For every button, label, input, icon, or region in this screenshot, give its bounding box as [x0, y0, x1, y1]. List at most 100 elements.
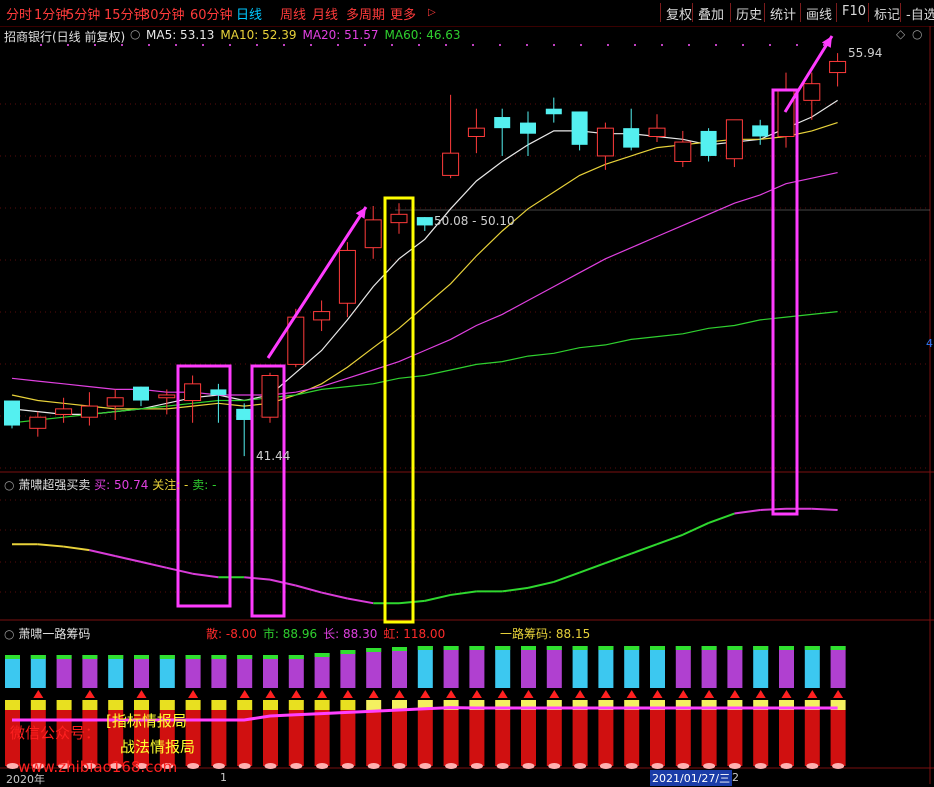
- chip-bar-mid: [56, 700, 72, 710]
- ma-line-ma10: [11, 122, 838, 410]
- chip-bar-mid: [159, 700, 175, 710]
- chip-bar-cap: [521, 646, 536, 650]
- more-arrow-icon[interactable]: ▷: [428, 7, 436, 18]
- period-tab-1[interactable]: 1分钟: [34, 4, 68, 23]
- range-label: 50.08 - 50.10: [434, 214, 515, 228]
- toolbar-button-0[interactable]: 复权: [666, 4, 692, 23]
- period-tab-10[interactable]: 更多: [390, 4, 416, 23]
- chip-bar-foot: [574, 763, 587, 769]
- candle: [648, 114, 666, 143]
- chip-arrow: [291, 690, 302, 698]
- chip-bar-base: [521, 710, 536, 766]
- period-tab-6[interactable]: 日线: [236, 4, 262, 23]
- indicator1-segment: [450, 590, 477, 596]
- chip-arrow: [471, 690, 482, 698]
- top-dot: [526, 44, 528, 46]
- indicator2-item-0: 散: -8.00: [206, 627, 257, 641]
- chip-bar-top: [495, 646, 511, 688]
- period-toolbar: 分时 1分钟 5分钟 15分钟 30分钟 60分钟 日线 周线 月线 多周期 更多 ▷ 复权 叠加 历史统…: [0, 0, 934, 27]
- chip-bar-base: [314, 710, 330, 766]
- chip-bar-cap: [804, 646, 820, 650]
- indicator1-segment: [424, 593, 451, 602]
- period-tab-2[interactable]: 5分钟: [66, 4, 100, 23]
- period-tab-4[interactable]: 30分钟: [142, 4, 185, 23]
- chip-arrow: [265, 690, 276, 698]
- indicator1-follow: 关注: -: [152, 478, 189, 492]
- toolbar-separator: [730, 3, 731, 22]
- candles: [4, 53, 847, 457]
- chip-bar-mid: [263, 700, 278, 710]
- chip-bar-top: [521, 646, 536, 688]
- chip-bar-base: [443, 710, 459, 766]
- candle-body: [133, 386, 149, 401]
- chip-arrow: [549, 690, 560, 698]
- top-dot: [607, 44, 609, 46]
- toolbar-button-2[interactable]: 历史: [736, 4, 762, 23]
- period-tab-9[interactable]: 多周期: [346, 4, 385, 23]
- highlight-box-yellow: [383, 196, 415, 624]
- indicator1-segment: [244, 576, 271, 581]
- indicator1-close-icon[interactable]: ○: [4, 478, 14, 492]
- ma-legend-item-2: MA20: 51.57: [302, 28, 379, 42]
- candle-body: [777, 88, 795, 137]
- candle: [442, 94, 460, 179]
- toolbar-button-7[interactable]: -自选: [906, 4, 934, 23]
- indicator1-segment: [140, 560, 168, 569]
- chip-bar-cap: [340, 650, 356, 654]
- chip-bar-foot: [367, 763, 380, 769]
- toolbar-button-4[interactable]: 画线: [806, 4, 832, 23]
- indicator2-title: 萧啸一路筹码: [18, 627, 91, 641]
- candle-body: [313, 311, 331, 321]
- toolbar-separator: [692, 3, 693, 22]
- candle-body: [158, 394, 176, 399]
- chip-bar-mid: [366, 700, 382, 710]
- candle: [313, 300, 331, 332]
- kline-chart[interactable]: [0, 26, 934, 784]
- period-tab-3[interactable]: 15分钟: [104, 4, 147, 23]
- candle-body: [80, 405, 98, 418]
- candle: [4, 400, 20, 429]
- candle: [184, 375, 202, 423]
- candle: [338, 242, 356, 318]
- chip-bar-top: [779, 646, 794, 688]
- candle: [261, 372, 279, 423]
- chip-bar-base: [469, 710, 485, 766]
- toolbar-separator: [900, 3, 901, 22]
- indicator2-close-icon[interactable]: ○: [4, 627, 14, 641]
- chip-arrow: [575, 690, 586, 698]
- chip-bar-foot: [728, 763, 741, 769]
- toolbar-button-3[interactable]: 统计: [770, 4, 796, 23]
- circle-icon[interactable]: ○: [912, 27, 922, 41]
- period-tab-0[interactable]: 分时: [6, 4, 32, 23]
- candle-body: [416, 217, 433, 226]
- chip-bar-base: [263, 710, 278, 766]
- chip-bar-cap: [624, 646, 640, 650]
- chip-bar-cap: [56, 655, 72, 659]
- candle: [520, 111, 536, 156]
- chip-value: 一路筹码: 88.15: [500, 627, 591, 641]
- chip-bar-foot: [445, 763, 458, 769]
- toolbar-button-6[interactable]: 标记: [874, 4, 900, 23]
- top-dot: [580, 44, 582, 46]
- indicator1-segment: [114, 555, 142, 563]
- toolbar-button-5[interactable]: F10: [842, 4, 866, 19]
- chip-bar-base: [572, 710, 588, 766]
- toolbar-button-1[interactable]: 叠加: [698, 4, 724, 23]
- candle: [467, 108, 485, 154]
- candle: [829, 53, 847, 87]
- indicator1-segment: [708, 512, 735, 524]
- period-tab-7[interactable]: 周线: [280, 4, 306, 23]
- chip-bar-base: [392, 710, 407, 766]
- period-tab-5[interactable]: 60分钟: [190, 4, 233, 23]
- close-icon[interactable]: ○: [130, 27, 140, 41]
- toolbar-separator: [764, 3, 765, 22]
- chip-bar-top: [675, 646, 691, 688]
- chip-bar-top: [237, 655, 253, 688]
- high-price-label: 55.94: [848, 46, 883, 60]
- chip-bar-foot: [341, 763, 354, 769]
- diamond-icon[interactable]: ◇: [896, 27, 905, 41]
- chip-bar-foot: [548, 763, 561, 769]
- indicator1-segment: [192, 572, 219, 579]
- period-tab-8[interactable]: 月线: [312, 4, 338, 23]
- chip-bar-top: [598, 646, 614, 688]
